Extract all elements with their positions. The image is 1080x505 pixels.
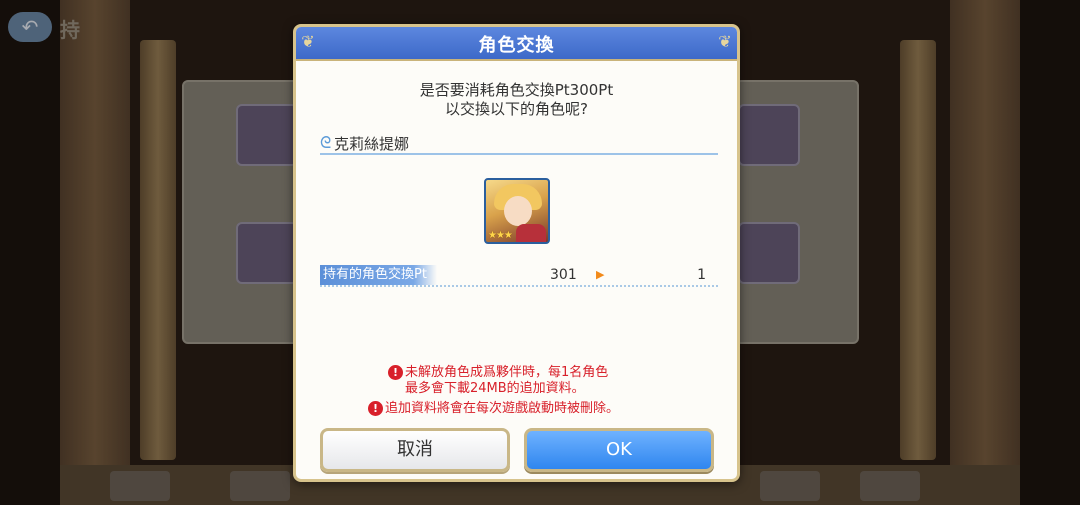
- warning-text: 未解放角色成爲夥伴時，每1名角色: [405, 365, 609, 380]
- dialog-title: 角色交換: [478, 35, 555, 56]
- arrow-right-icon: ▶: [596, 268, 605, 281]
- rarity-stars: ★★★: [488, 230, 513, 241]
- dialog-header: ❦ 角色交換 ❦: [296, 27, 737, 61]
- cancel-button[interactable]: 取消: [320, 428, 510, 472]
- character-portrait[interactable]: ★★★: [484, 178, 550, 244]
- portrait-cloth: [516, 224, 546, 242]
- ok-button[interactable]: OK: [524, 428, 714, 472]
- delete-warning: ! 追加資料將會在每次遊戲啟動時被刪除。: [368, 401, 619, 417]
- points-row: 持有的角色交換Pt 301 ▶ 1: [320, 265, 718, 287]
- character-name: 克莉絲提娜: [334, 135, 410, 153]
- warning-text: 最多會下載24MB的追加資料。: [405, 381, 585, 396]
- portrait-face: [504, 196, 532, 226]
- character-exchange-dialog: ❦ 角色交換 ❦ 是否要消耗角色交換Pt300Pt 以交換以下的角色呢? ᘓ 克…: [293, 24, 740, 482]
- warning-icon: !: [368, 401, 383, 416]
- question-line: 以交換以下的角色呢?: [445, 100, 588, 118]
- points-label: 持有的角色交換Pt: [320, 265, 437, 285]
- points-after: 1: [697, 267, 706, 283]
- warning-icon: !: [388, 365, 403, 380]
- warning-text: 追加資料將會在每次遊戲啟動時被刪除。: [385, 401, 620, 416]
- character-name-row: ᘓ 克莉絲提娜: [320, 131, 718, 155]
- download-warning: ! 未解放角色成爲夥伴時，每1名角色 最多會下載24MB的追加資料。: [388, 365, 608, 397]
- confirm-question: 是否要消耗角色交換Pt300Pt 以交換以下的角色呢?: [296, 81, 737, 119]
- swirl-icon: ᘓ: [320, 133, 332, 152]
- question-line: 是否要消耗角色交換Pt300Pt: [419, 81, 614, 99]
- ornament-icon: ❦: [718, 32, 732, 51]
- points-before: 301: [550, 267, 577, 283]
